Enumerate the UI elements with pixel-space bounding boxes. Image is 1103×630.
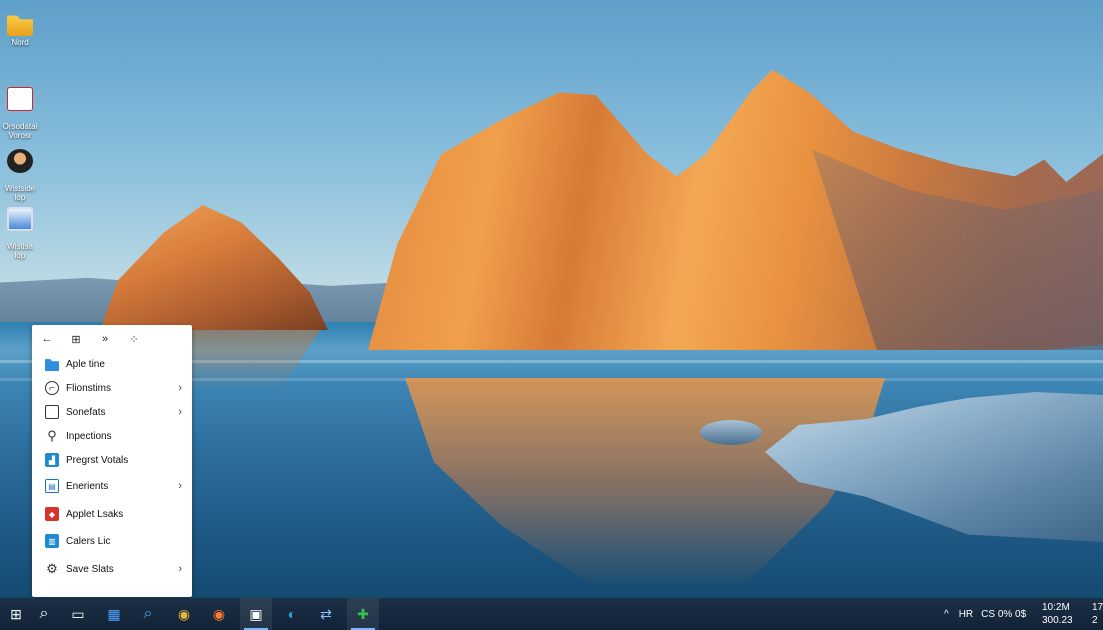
store-icon: ▣ — [249, 605, 263, 622]
pin-icon[interactable]: ⊞ — [70, 333, 82, 346]
menu-item-label: Inpections — [66, 430, 112, 442]
clock[interactable]: 10:2M 300.23 — [1042, 601, 1073, 627]
search-app-button[interactable]: ⌕ — [132, 598, 164, 630]
chevron-right-icon: › — [178, 480, 182, 492]
menu-item-applet-lsaks[interactable]: ◆ Applet Lsaks — [32, 502, 192, 526]
avatar-icon — [7, 149, 33, 173]
notification-count: 17 — [1092, 602, 1103, 613]
chevron-right-icon: › — [178, 382, 182, 394]
chrome-icon: ◉ — [177, 605, 191, 622]
menu-item-pregrst-votals[interactable]: ▟ Pregrst Votals — [32, 448, 192, 472]
network-button[interactable]: ⇄ — [310, 598, 342, 630]
system-tray: ^ HR CS 0% 0$ — [944, 598, 1026, 630]
document-icon — [7, 87, 33, 111]
menu-item-save-slats[interactable]: ⚙ Save Slats › — [32, 557, 192, 581]
file-explorer-icon: ▦ — [107, 605, 121, 622]
clock-icon: ⌐ — [45, 381, 59, 395]
menu-item-label: Sonefats — [66, 406, 106, 418]
menu-item-label: Flionstims — [66, 382, 112, 394]
settings-icon: ⚙ — [46, 561, 58, 576]
search-icon: ⚲ — [47, 428, 57, 443]
menu-item-aple-tine[interactable]: Aple tine — [32, 352, 192, 376]
notification-extra: 2 — [1092, 615, 1098, 626]
small-rock-formation — [100, 205, 328, 330]
desktop-icon-orsodatai[interactable]: Orsodatai Vorosr — [0, 78, 40, 149]
menu-item-label: Applet Lsaks — [66, 508, 124, 520]
start-menu: ← ⊞ » ⁘ Aple tine ⌐ Flionstims › Sonefat… — [32, 325, 192, 597]
folder-icon — [7, 15, 33, 36]
task-view-button[interactable]: ▭ — [62, 598, 94, 630]
small-stone — [700, 420, 762, 445]
menu-item-sonefats[interactable]: Sonefats › — [32, 400, 192, 424]
chrome-button[interactable]: ◉ — [168, 598, 200, 630]
tray-chevron-icon[interactable]: ^ — [944, 609, 949, 620]
start-menu-toolbar: ← ⊞ » ⁘ — [32, 325, 192, 353]
firefox-button[interactable]: ◉ — [203, 598, 235, 630]
menu-item-calers-lic[interactable]: ▥ Calers Lic — [32, 529, 192, 553]
tray-status[interactable]: CS 0% 0$ — [981, 609, 1026, 620]
back-arrow-icon[interactable]: ← — [41, 333, 53, 345]
network-icon: ⇄ — [320, 605, 332, 622]
windows-logo-icon: ⊞ — [10, 605, 22, 622]
search-icon: ⌕ — [143, 605, 153, 622]
menu-item-label: Enerients — [66, 480, 109, 492]
green-app-icon: ✚ — [357, 605, 369, 622]
chevron-right-icon: › — [178, 563, 182, 575]
notification-area[interactable]: 17 2 — [1092, 601, 1103, 627]
grid-icon[interactable]: ⁘ — [128, 333, 140, 346]
menu-item-flionstims[interactable]: ⌐ Flionstims › — [32, 376, 192, 400]
firefox-icon: ◉ — [212, 605, 226, 622]
chevron-right-icon: › — [178, 406, 182, 418]
window-icon: ▤ — [45, 479, 59, 493]
desktop-icon-wistisa[interactable]: Wistisa lop — [0, 198, 40, 269]
menu-item-enerients[interactable]: ▤ Enerients › — [32, 474, 192, 498]
menu-item-label: Aple tine — [66, 358, 105, 370]
clock-date: 300.23 — [1042, 615, 1073, 626]
monitor-icon — [7, 207, 33, 231]
desktop-icon-nord[interactable]: Nord — [0, 12, 40, 47]
app-icon: ◆ — [45, 507, 59, 521]
store-button[interactable]: ▣ — [240, 598, 272, 630]
language-indicator[interactable]: HR — [959, 609, 973, 620]
taskbar: ⊞ ⌕ ▭ ▦ ⌕ ◉ ◉ ▣ ◐ ⇄ ✚ ^ HR CS 0% 0$ 10:2… — [0, 598, 1103, 630]
screen-icon — [45, 405, 59, 419]
folder-icon — [45, 359, 59, 371]
forward-icon[interactable]: » — [99, 333, 111, 345]
desktop-icon-label: Nord — [11, 38, 29, 47]
task-view-icon: ▭ — [71, 605, 85, 622]
desktop-icon-label: Wistisa lop — [7, 242, 33, 260]
search-button[interactable]: ⌕ — [28, 598, 60, 630]
calendar-icon: ▥ — [45, 534, 59, 548]
chart-icon: ▟ — [45, 453, 59, 467]
menu-item-label: Save Slats — [66, 563, 114, 575]
menu-item-label: Calers Lic — [66, 535, 111, 547]
clock-time: 10:2M — [1042, 602, 1070, 613]
menu-item-inpections[interactable]: ⚲ Inpections — [32, 424, 192, 448]
green-app-button[interactable]: ✚ — [347, 598, 379, 630]
search-icon: ⌕ — [39, 605, 49, 622]
edge-icon: ◐ — [287, 606, 297, 622]
edge-button[interactable]: ◐ — [276, 598, 308, 630]
menu-item-label: Pregrst Votals — [66, 454, 129, 466]
file-explorer-button[interactable]: ▦ — [98, 598, 130, 630]
desktop-icon-label: Orsodatai Vorosr — [2, 122, 38, 140]
